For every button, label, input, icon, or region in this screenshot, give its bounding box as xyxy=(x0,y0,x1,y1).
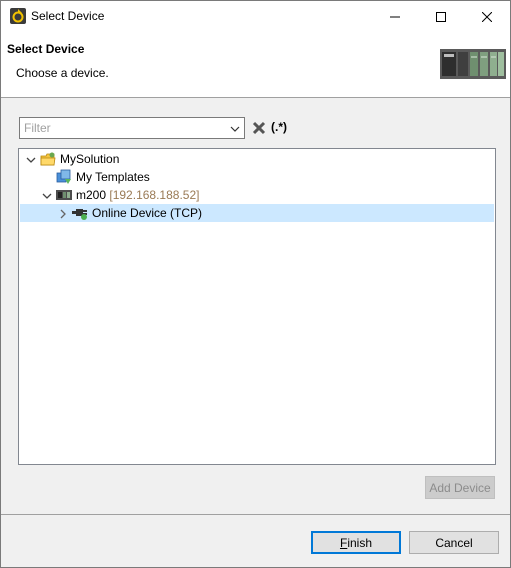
filter-combo[interactable] xyxy=(19,117,245,139)
header-title: Select Device xyxy=(7,42,85,56)
tree-node-online-device[interactable]: Online Device (TCP) xyxy=(20,204,494,222)
dialog-header: Select Device Choose a device. xyxy=(1,32,510,98)
tree-node-label: My Templates xyxy=(76,170,150,184)
minimize-button[interactable] xyxy=(372,1,418,32)
regex-toggle[interactable]: (.*) xyxy=(271,120,287,134)
device-ip-address: [192.168.188.52] xyxy=(109,188,200,202)
tree-node-m200[interactable]: m200 [192.168.188.52] xyxy=(20,186,494,204)
chevron-right-icon[interactable] xyxy=(58,208,68,219)
app-icon xyxy=(10,8,26,24)
tree-node-label: Online Device (TCP) xyxy=(92,206,203,220)
cancel-button[interactable]: Cancel xyxy=(409,531,499,554)
close-button[interactable] xyxy=(464,1,510,32)
device-tree[interactable]: MySolution My Templates m200 [192.168.18… xyxy=(18,148,496,465)
chevron-down-icon[interactable] xyxy=(229,123,241,133)
finish-button[interactable]: Finish xyxy=(311,531,401,554)
solution-folder-icon xyxy=(40,151,56,167)
finish-button-label: Finish xyxy=(339,535,373,550)
chevron-down-icon[interactable] xyxy=(42,190,52,200)
tree-node-my-templates[interactable]: My Templates xyxy=(20,168,494,186)
tree-node-text: m200 [192.168.188.52] xyxy=(76,188,199,202)
chevron-down-icon[interactable] xyxy=(26,154,36,164)
filter-input[interactable] xyxy=(22,120,222,136)
templates-icon xyxy=(56,169,72,185)
tree-node-label: MySolution xyxy=(60,152,120,166)
online-device-icon xyxy=(72,205,88,221)
plc-rack-image xyxy=(440,49,506,79)
select-device-dialog: Select Device Select Device Choose a dev… xyxy=(0,0,511,568)
tree-node-mysolution[interactable]: MySolution xyxy=(20,150,494,168)
maximize-button[interactable] xyxy=(418,1,464,32)
tree-node-label: m200 xyxy=(76,188,107,202)
clear-filter-icon[interactable] xyxy=(252,121,266,135)
footer-divider xyxy=(1,514,510,515)
plc-icon xyxy=(56,187,72,203)
window-title: Select Device xyxy=(31,9,105,23)
header-description: Choose a device. xyxy=(16,66,109,80)
title-bar[interactable]: Select Device xyxy=(1,1,510,32)
add-device-button[interactable]: Add Device xyxy=(425,476,495,499)
